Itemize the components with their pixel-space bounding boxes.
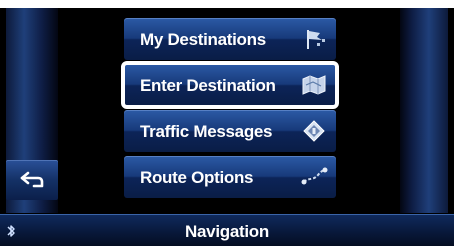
traffic-messages-button[interactable]: Traffic Messages xyxy=(124,110,336,152)
enter-destination-button[interactable]: Enter Destination xyxy=(121,61,339,109)
flag-icon xyxy=(307,30,325,49)
route-options-label: Route Options xyxy=(140,168,254,187)
my-destinations-label: My Destinations xyxy=(140,30,266,49)
navigation-screen: My Destinations Enter Destination Traffi… xyxy=(0,0,454,246)
status-bar: Navigation xyxy=(0,214,454,246)
my-destinations-button[interactable]: My Destinations xyxy=(124,18,336,60)
right-side-panel xyxy=(400,8,448,213)
screen-title: Navigation xyxy=(185,222,269,241)
back-arrow-icon xyxy=(20,171,44,188)
map-icon xyxy=(302,75,326,95)
route-options-icon xyxy=(301,167,328,185)
route-options-button[interactable]: Route Options xyxy=(124,156,336,198)
back-button[interactable] xyxy=(6,160,58,200)
road-sign-icon xyxy=(303,120,325,142)
traffic-messages-label: Traffic Messages xyxy=(140,122,273,141)
enter-destination-label: Enter Destination xyxy=(140,76,276,95)
screen-bezel xyxy=(0,0,454,8)
